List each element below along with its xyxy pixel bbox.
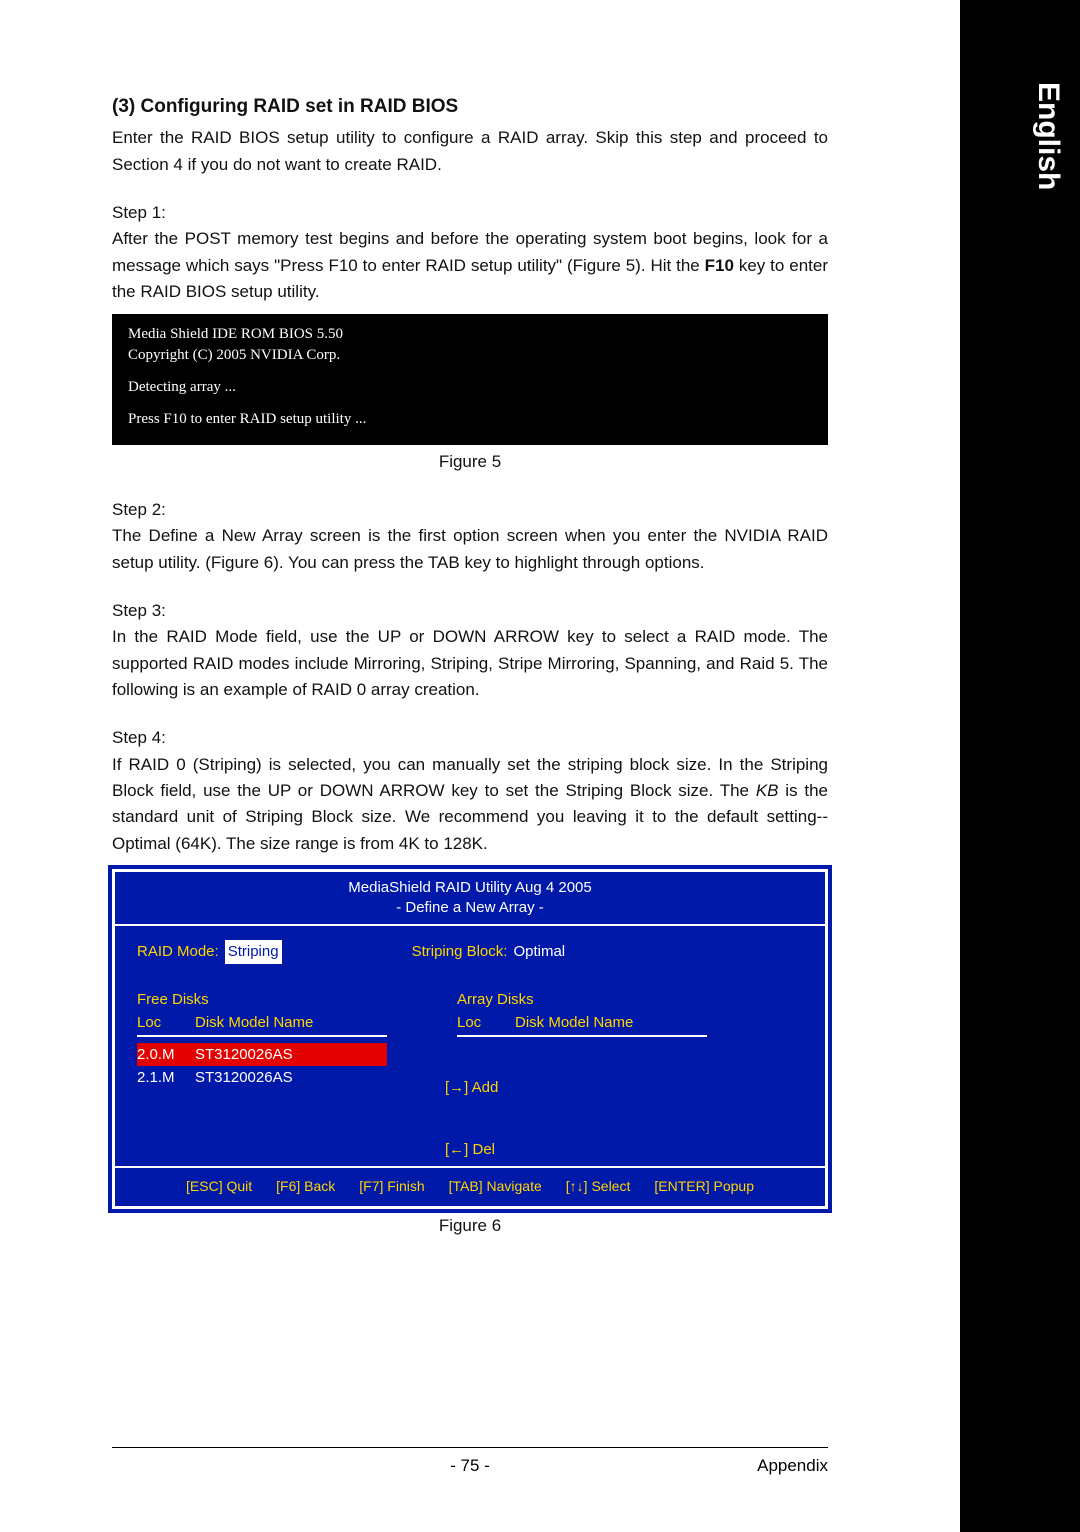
col-model: Disk Model Name [195,1011,313,1034]
bios-line-2: Copyright (C) 2005 NVIDIA Corp. [128,345,812,367]
array-disks-title: Array Disks [457,988,707,1011]
step-4: Step 4: If RAID 0 (Striping) is selected… [112,725,828,857]
page: (3) Configuring RAID set in RAID BIOS En… [0,0,960,1532]
bios-screenshot: Media Shield IDE ROM BIOS 5.50 Copyright… [112,314,828,445]
del-hint: [←] Del [445,1138,498,1161]
kb-italic: KB [756,781,779,800]
content: (3) Configuring RAID set in RAID BIOS En… [112,92,828,1240]
raid-title-1: MediaShield RAID Utility Aug 4 2005 [115,878,825,898]
step-4-text: If RAID 0 (Striping) is selected, you ca… [112,752,828,857]
figure-5-caption: Figure 5 [112,449,828,475]
free-disks-column: Free Disks Loc Disk Model Name 2.0.M ST3… [137,988,387,1144]
raid-mode-value: Striping [225,940,282,963]
add-hint: [→] Add [445,1076,498,1099]
language-tab: English [1016,78,1080,298]
step-3-label: Step 3: [112,598,828,624]
step-1: Step 1: After the POST memory test begin… [112,200,828,305]
step-3: Step 3: In the RAID Mode field, use the … [112,598,828,703]
step-2-text: The Define a New Array screen is the fir… [112,523,828,576]
hint-esc: [ESC] Quit [186,1176,252,1198]
page-number: - 75 - [450,1456,490,1476]
hint-select: [↑↓] Select [566,1176,631,1198]
array-disks-header: Loc Disk Model Name [457,1011,707,1037]
disk-model: ST3120026AS [195,1043,293,1066]
free-disks-box: 2.0.M ST3120026AS 2.1.M ST3120026AS [137,1043,387,1143]
figure-6-caption: Figure 6 [112,1213,828,1239]
f10-key: F10 [705,256,734,275]
raid-utility-screenshot: MediaShield RAID Utility Aug 4 2005 - De… [112,869,828,1209]
bios-line-4: Press F10 to enter RAID setup utility ..… [128,409,812,431]
hint-f7: [F7] Finish [359,1176,424,1198]
section-heading: (3) Configuring RAID set in RAID BIOS [112,92,828,121]
free-disks-title: Free Disks [137,988,387,1011]
disk-loc: 2.0.M [137,1043,195,1066]
page-footer: - 75 - Appendix [112,1447,828,1476]
bios-line-3: Detecting array ... [128,377,812,399]
step-1-label: Step 1: [112,200,828,226]
raid-title-2: - Define a New Array - [115,898,825,918]
col-loc: Loc [457,1011,515,1034]
disk-row-selected: 2.0.M ST3120026AS [137,1043,387,1066]
striping-block-value: Optimal [513,940,565,963]
step-2: Step 2: The Define a New Array screen is… [112,497,828,576]
hint-f6: [F6] Back [276,1176,335,1198]
appendix-label: Appendix [757,1456,828,1476]
col-model: Disk Model Name [515,1011,633,1034]
step-2-label: Step 2: [112,497,828,523]
raid-header: MediaShield RAID Utility Aug 4 2005 - De… [115,872,825,927]
step-1-text: After the POST memory test begins and be… [112,226,828,305]
language-label: English [1031,78,1065,190]
striping-block-label: Striping Block: [412,940,508,963]
intro-paragraph: Enter the RAID BIOS setup utility to con… [112,125,828,178]
step-4-text-a: If RAID 0 (Striping) is selected, you ca… [112,755,828,800]
raid-body: RAID Mode: Striping Striping Block: Opti… [115,926,825,1166]
col-loc: Loc [137,1011,195,1034]
free-disks-header: Loc Disk Model Name [137,1011,387,1037]
disk-row: 2.1.M ST3120026AS [137,1066,387,1089]
step-3-text: In the RAID Mode field, use the UP or DO… [112,624,828,703]
arrow-hints: [→] Add [←] Del [445,1076,498,1199]
raid-mode-label: RAID Mode: [137,940,219,963]
raid-mode-field: RAID Mode: Striping [137,940,282,963]
mode-row: RAID Mode: Striping Striping Block: Opti… [137,940,803,963]
disk-loc: 2.1.M [137,1066,195,1089]
step-4-label: Step 4: [112,725,828,751]
hint-enter: [ENTER] Popup [654,1176,754,1198]
striping-block-field: Striping Block: Optimal [412,940,566,963]
disk-model: ST3120026AS [195,1066,293,1089]
bios-line-1: Media Shield IDE ROM BIOS 5.50 [128,324,812,346]
